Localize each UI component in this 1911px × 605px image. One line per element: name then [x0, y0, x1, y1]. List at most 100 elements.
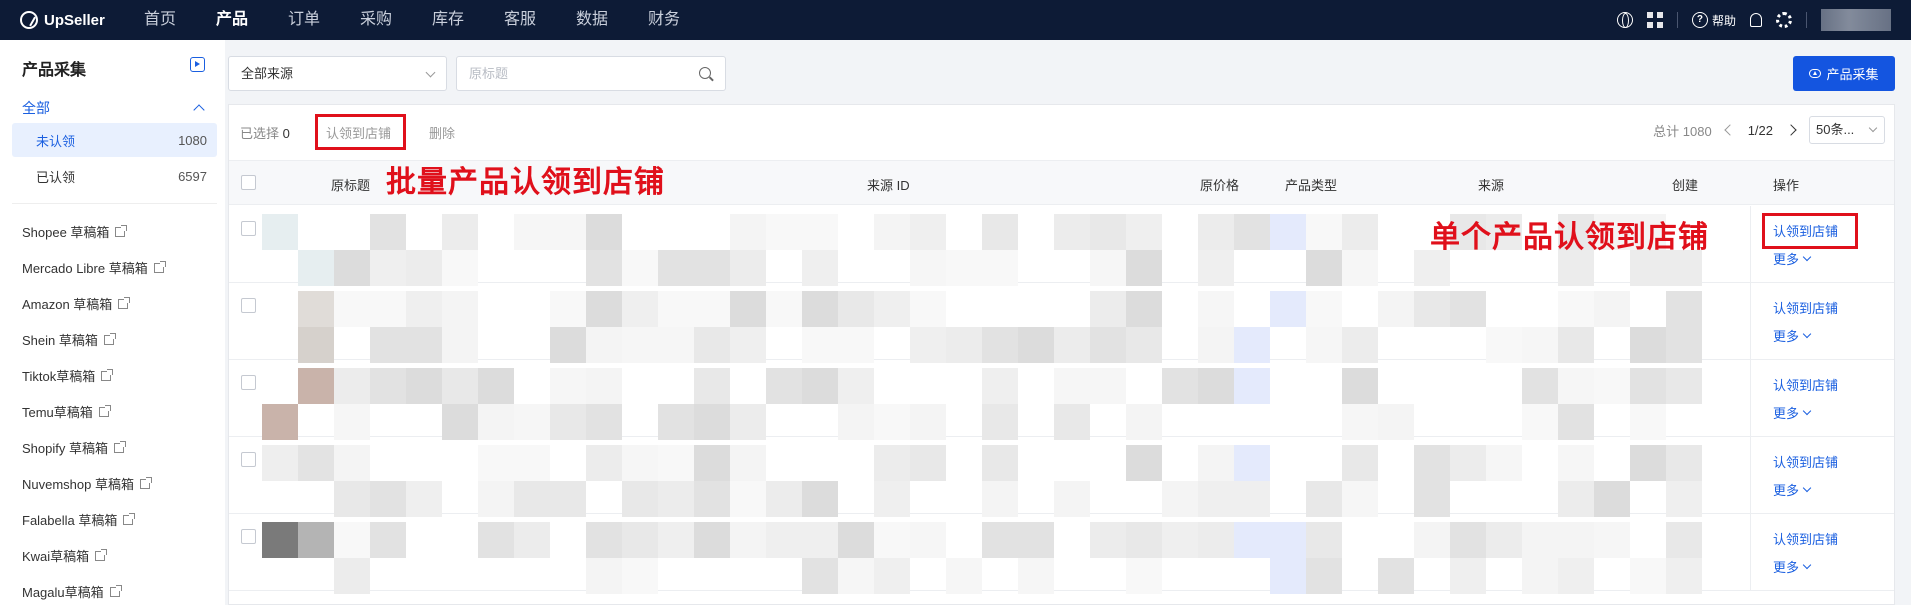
row-checkbox[interactable]: [241, 298, 256, 313]
blurred-product-content: [1090, 368, 1126, 404]
nav-item-finance[interactable]: 财务: [648, 0, 720, 40]
sidebar-link-magalu[interactable]: Magalu草稿箱: [22, 582, 122, 601]
row-more-dropdown[interactable]: 更多: [1773, 249, 1812, 268]
blurred-product-content: [406, 368, 442, 404]
sidebar-link-falabella[interactable]: Falabella 草稿箱: [22, 510, 136, 529]
row-claim-link[interactable]: 认领到店铺: [1773, 529, 1838, 548]
blurred-product-content: [1522, 327, 1558, 363]
row-more-dropdown[interactable]: 更多: [1773, 557, 1812, 576]
sidebar-link-amazon[interactable]: Amazon 草稿箱: [22, 294, 131, 313]
blurred-product-content: [1126, 214, 1162, 250]
sidebar-link-nuvemshop[interactable]: Nuvemshop 草稿箱: [22, 474, 152, 493]
user-account[interactable]: [1821, 9, 1891, 31]
chevron-down-icon: [1802, 560, 1812, 570]
sidebar-item-unclaimed[interactable]: 未认领 1080: [12, 123, 217, 157]
blurred-product-content: [550, 291, 586, 327]
page-indicator: 1/22: [1747, 122, 1773, 138]
gear-icon[interactable]: [1776, 12, 1792, 28]
chevron-up-icon: [193, 104, 205, 116]
blurred-product-content: [1198, 522, 1234, 558]
page-size-select[interactable]: 50条...: [1809, 116, 1885, 144]
nav-item-orders[interactable]: 订单: [288, 0, 360, 40]
blurred-product-content: [1306, 481, 1342, 517]
next-page-icon[interactable]: [1785, 124, 1797, 136]
row-checkbox[interactable]: [241, 529, 256, 544]
blurred-product-content: [1450, 558, 1486, 594]
sidebar-link-shopify[interactable]: Shopify 草稿箱: [22, 438, 126, 457]
blurred-product-content: [1306, 558, 1342, 594]
sidebar-link-shopee[interactable]: Shopee 草稿箱: [22, 222, 128, 241]
sidebar-link-kwai[interactable]: Kwai草稿箱: [22, 546, 108, 565]
sidebar-group-all[interactable]: 全部: [0, 93, 225, 123]
sidebar-link-tiktok[interactable]: Tiktok草稿箱: [22, 366, 114, 385]
single-claim-annotation: 单个产品认领到店铺: [1430, 220, 1709, 255]
blurred-product-content: [1666, 327, 1702, 363]
nav-item-products[interactable]: 产品: [216, 0, 288, 40]
row-more-dropdown[interactable]: 更多: [1773, 403, 1812, 422]
blurred-product-content: [766, 481, 802, 517]
nav-item-data[interactable]: 数据: [576, 0, 648, 40]
row-claim-link[interactable]: 认领到店铺: [1773, 298, 1838, 317]
collect-product-button[interactable]: 产品采集: [1793, 56, 1895, 91]
select-all-checkbox[interactable]: [241, 175, 256, 190]
nav-item-inventory[interactable]: 库存: [432, 0, 504, 40]
delete-button[interactable]: 删除: [429, 123, 455, 142]
sidebar-item-claimed[interactable]: 已认领 6597: [12, 159, 217, 193]
sidebar-link-temu[interactable]: Temu草稿箱: [22, 402, 111, 421]
blurred-product-content: [694, 250, 730, 286]
blurred-product-content: [1630, 558, 1666, 594]
blurred-product-content: [1630, 368, 1666, 404]
help-button[interactable]: ? 帮助: [1691, 12, 1736, 29]
blurred-product-content: [1198, 291, 1234, 327]
sidebar: 产品采集 全部 未认领 1080 已认领 6597 Shopee 草稿箱 Mer…: [0, 40, 225, 605]
blurred-product-content: [802, 481, 838, 517]
blurred-product-content: [1522, 404, 1558, 440]
blurred-product-content: [406, 327, 442, 363]
blurred-product-content: [1450, 291, 1486, 327]
sidebar-item-count: 6597: [178, 168, 207, 184]
app-logo[interactable]: UpSeller: [20, 10, 105, 30]
prev-page-icon[interactable]: [1724, 124, 1736, 136]
row-checkbox[interactable]: [241, 375, 256, 390]
collapse-sidebar-icon[interactable]: [190, 57, 205, 72]
blurred-product-content: [658, 404, 694, 440]
globe-icon[interactable]: [1616, 12, 1633, 28]
blurred-product-content: [1630, 445, 1666, 481]
search-input[interactable]: [457, 57, 677, 90]
row-checkbox[interactable]: [241, 452, 256, 467]
row-more-label: 更多: [1773, 406, 1800, 421]
blurred-product-content: [982, 522, 1018, 558]
source-filter-select[interactable]: 全部来源: [228, 56, 447, 91]
bell-icon[interactable]: [1750, 13, 1762, 27]
nav-item-customer-service[interactable]: 客服: [504, 0, 576, 40]
blurred-product-content: [658, 250, 694, 286]
blurred-product-content: [1234, 445, 1270, 481]
blurred-product-content: [1666, 522, 1702, 558]
search-icon[interactable]: [699, 67, 711, 79]
actions-cell: [1750, 283, 1894, 359]
blurred-product-content: [1234, 481, 1270, 517]
row-claim-link[interactable]: 认领到店铺: [1773, 375, 1838, 394]
selected-count: 已选择 0: [240, 123, 290, 142]
row-more-label: 更多: [1773, 329, 1800, 344]
blurred-product-content: [730, 481, 766, 517]
blurred-product-content: [622, 445, 658, 481]
nav-item-home[interactable]: 首页: [144, 0, 216, 40]
blurred-product-content: [694, 481, 730, 517]
external-link-icon: [139, 476, 152, 489]
blurred-product-content: [370, 481, 406, 517]
row-checkbox[interactable]: [241, 221, 256, 236]
apps-grid-icon[interactable]: [1646, 12, 1663, 28]
nav-item-purchasing[interactable]: 采购: [360, 0, 432, 40]
blurred-product-content: [298, 445, 334, 481]
row-more-dropdown[interactable]: 更多: [1773, 326, 1812, 345]
sidebar-link-mercado-libre[interactable]: Mercado Libre 草稿箱: [22, 258, 166, 277]
logo-text: UpSeller: [44, 11, 105, 29]
blurred-product-content: [802, 327, 838, 363]
blurred-product-content: [694, 327, 730, 363]
sidebar-link-shein[interactable]: Shein 草稿箱: [22, 330, 116, 349]
row-more-dropdown[interactable]: 更多: [1773, 480, 1812, 499]
col-source: 来源: [1478, 178, 1505, 193]
blurred-product-content: [1594, 291, 1630, 327]
row-claim-link[interactable]: 认领到店铺: [1773, 452, 1838, 471]
